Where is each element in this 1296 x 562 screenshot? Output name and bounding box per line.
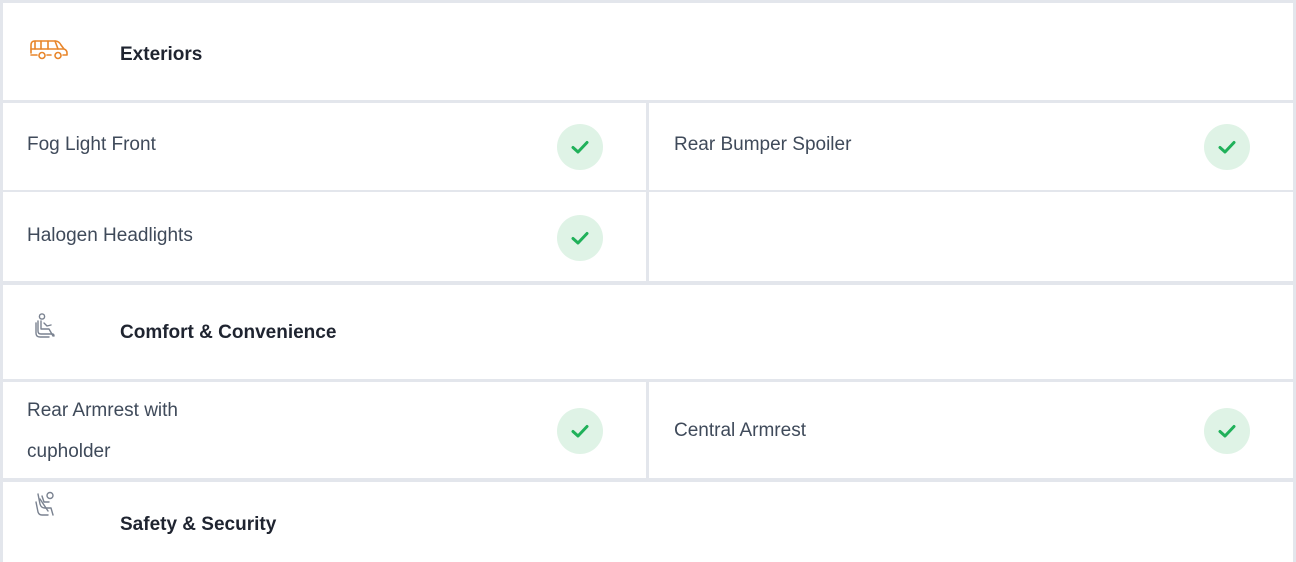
feature-label: Halogen Headlights: [27, 225, 193, 246]
section-title: Safety & Security: [120, 514, 277, 535]
feature-label: Central Armrest: [674, 420, 806, 441]
check-icon: [557, 124, 603, 170]
section-header-exteriors[interactable]: Exteriors: [0, 3, 1296, 100]
column-divider: [646, 382, 649, 478]
seatbelt-icon: [27, 491, 71, 519]
section-title: Exteriors: [120, 44, 203, 65]
feature-label-line-2: cupholder: [27, 441, 111, 462]
section-title: Comfort & Convenience: [120, 322, 337, 343]
feature-label: Rear Bumper Spoiler: [674, 134, 852, 155]
features-panel: Exteriors Fog Light Front Rear Bumper Sp…: [0, 0, 1296, 562]
check-icon: [557, 408, 603, 454]
divider: [0, 190, 1296, 192]
section-header-comfort-convenience[interactable]: Comfort & Convenience: [0, 285, 1296, 379]
check-icon: [1204, 408, 1250, 454]
section-header-safety-security[interactable]: Safety & Security: [0, 482, 1296, 562]
check-icon: [557, 215, 603, 261]
feature-label-line-1: Rear Armrest with: [27, 400, 178, 421]
car-icon: [27, 36, 71, 64]
check-icon: [1204, 124, 1250, 170]
seat-icon: [27, 312, 71, 340]
feature-label: Fog Light Front: [27, 134, 156, 155]
column-divider: [646, 103, 649, 281]
